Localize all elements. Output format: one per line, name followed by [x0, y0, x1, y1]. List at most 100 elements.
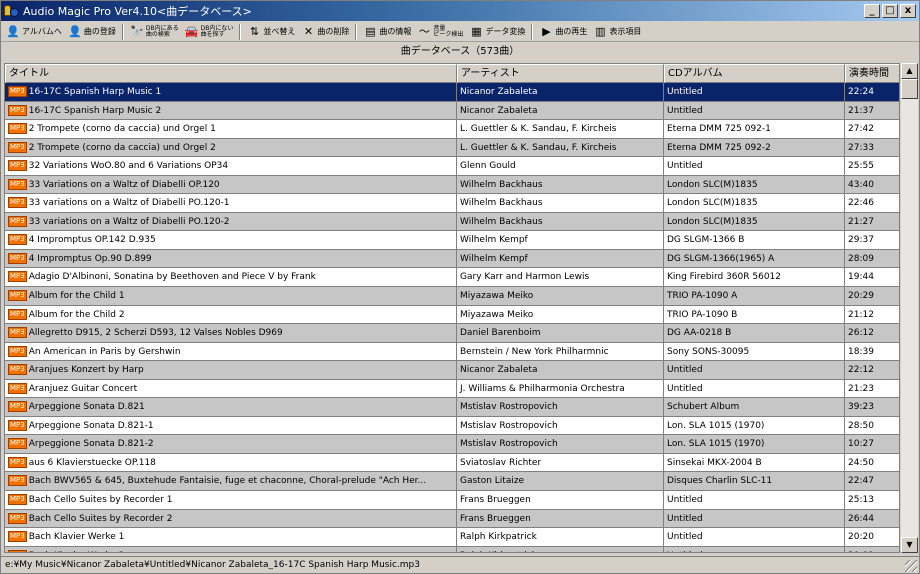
table-row[interactable]: MP3 Bach Klavier Werke 1 Ralph Kirkpatrick… [5, 528, 899, 547]
column-header-title[interactable]: タイトル [5, 64, 457, 83]
table-row[interactable]: MP3 Adagio D'Albinoni, Sonatina by Beetho… [5, 268, 899, 288]
cell-artist: Miyazawa Meiko [457, 287, 664, 305]
cell-title-text: Bach Klavier Werke 1 [28, 532, 125, 543]
toolbar-button-play[interactable]: ▶ 曲の再生 [536, 23, 590, 41]
title-bar[interactable]: Audio Magic Pro Ver4.10<曲データベース> _ □ x [1, 1, 919, 21]
cell-time: 26:44 [845, 510, 899, 528]
minimize-button[interactable]: _ [864, 4, 880, 18]
table-row[interactable]: MP3 32 Variations WoO.80 and 6 Variations… [5, 157, 899, 176]
scroll-up-arrow-icon[interactable]: ▲ [901, 63, 918, 79]
mp3-badge-icon: MP3 [8, 438, 27, 450]
table-row[interactable]: MP3 2 Trompete (corno da caccia) und Orge… [5, 120, 899, 139]
cell-time-text: 10:27 [848, 439, 874, 450]
mp3-badge-icon: MP3 [8, 197, 27, 209]
toolbar-button-info[interactable]: ▤ 曲の情報 [360, 23, 414, 41]
mp3-badge-icon: MP3 [8, 234, 27, 246]
cell-album-text: DG SLGM-1366(1965) A [667, 253, 775, 264]
table-row[interactable]: MP3 Arpeggione Sonata D.821-2 Mstislav Ros… [5, 435, 899, 454]
close-button[interactable]: x [900, 4, 916, 18]
cell-artist: Mstislav Rostropovich [457, 398, 664, 416]
table-row[interactable]: MP3 4 Impromptus Op.90 D.899 Wilhelm Kempf… [5, 249, 899, 269]
table-row[interactable]: MP3 33 Variations on a Waltz of Diabelli … [5, 175, 899, 195]
cell-album: Sony SONS-30095 [664, 342, 845, 361]
table-row[interactable]: MP3Bach Klavier Werke 2Ralph Kirkpatrick… [5, 546, 899, 552]
column-header-time[interactable]: 演奏時間 [845, 64, 899, 83]
table-row[interactable]: MP3 aus 6 Klavierstuecke OP.118 Sviatoslav… [5, 453, 899, 473]
toolbar-button-peak[interactable]: 〜音量 ピーク検出 [414, 23, 466, 41]
toolbar-button-car[interactable]: 🚘 DB内にない 曲を探す [182, 23, 237, 41]
table-row[interactable]: MP3 16-17C Spanish Harp Music 2 Nicanor Za… [5, 101, 899, 121]
table-row[interactable]: MP3 Album for the Child 1 Miyazawa Meiko TR… [5, 287, 899, 306]
cell-album: Untitled [664, 361, 845, 379]
cell-title: MP3 32 Variations WoO.80 and 6 Variations… [5, 157, 457, 175]
toolbar-button-register[interactable]: 👤 曲の登録 [65, 23, 119, 41]
table-row[interactable]: MP3 Aranjues Konzert by Harp Nicanor Zabal… [5, 361, 899, 380]
cell-album-text: Schubert Album [667, 402, 740, 413]
toolbar-button-sort[interactable]: ⇅ 並べ替え [244, 23, 298, 41]
cell-artist: Wilhelm Kempf [457, 231, 664, 249]
cell-title-text: Album for the Child 2 [28, 309, 125, 320]
cell-title: MP3 Aranjuez Guitar Concert [5, 379, 457, 398]
cell-album-text: Untitled [667, 105, 703, 116]
table-row[interactable]: MP3 2 Trompete (corno da caccia) und Orge… [5, 138, 899, 158]
toolbar-button-convert[interactable]: ▦ データ変換 [466, 23, 528, 41]
cell-album: Sinsekai MKX-2004 B [664, 453, 845, 472]
cell-title-text: aus 6 Klavierstuecke OP.118 [28, 457, 156, 468]
cell-time: 20:29 [845, 287, 899, 305]
cell-time: 22:12 [845, 361, 899, 379]
table-row[interactable]: MP3 Bach BWV565 & 645, Buxtehude Fantaisi… [5, 472, 899, 492]
cell-time-text: 20:29 [848, 291, 874, 302]
cell-artist: L. Guettler & K. Sandau, F. Kircheis [457, 120, 664, 138]
cell-album-text: Untitled [667, 495, 703, 506]
table-row[interactable]: MP3 33 variations on a Waltz of Diabelli … [5, 194, 899, 213]
toolbar-button-label: 並べ替え [263, 27, 296, 36]
cell-artist-text: Sviatoslav Richter [460, 457, 542, 468]
table-row[interactable]: MP3 Arpeggione Sonata D.821 Mstislav Rostr… [5, 398, 899, 417]
cell-time: 22:46 [845, 194, 899, 212]
cell-time: 28:50 [845, 417, 899, 435]
cell-album: Schubert Album [664, 398, 845, 416]
table-row[interactable]: MP3 33 variations on a Waltz of Diabelli … [5, 212, 899, 232]
toolbar-button-delete[interactable]: ✕ 曲の削除 [298, 23, 352, 41]
toolbar-button-columns[interactable]: ▥ 表示項目 [590, 23, 644, 41]
cell-album: Lon. SLA 1015 (1970) [664, 416, 845, 435]
convert-icon: ▦ [471, 24, 482, 38]
column-header-artist[interactable]: アーティスト [457, 64, 664, 83]
cell-time: 21:37 [845, 102, 899, 120]
toolbar-button-binoculars[interactable]: 🔭 DB内にある 曲の検索 [127, 23, 182, 41]
resize-grip-icon[interactable] [905, 560, 917, 572]
scroll-down-arrow-icon[interactable]: ▼ [901, 537, 918, 553]
table-row[interactable]: MP3 Allegretto D915, 2 Scherzi D593, 12 V… [5, 324, 899, 343]
mp3-badge-icon: MP3 [8, 512, 27, 524]
table-row[interactable]: MP3 Bach Cello Suites by Recorder 2 Frans … [5, 509, 899, 529]
table-row[interactable]: MP3 Arpeggione Sonata D.821-1 Mstislav Ros… [5, 416, 899, 436]
table-row[interactable]: MP3 16-17C Spanish Harp Music 1 Nicanor Za… [5, 83, 899, 102]
status-bar: e:¥My Music¥Nicanor Zabaleta¥Untitled¥Ni… [1, 556, 919, 573]
maximize-button[interactable]: □ [882, 4, 898, 18]
cell-title: MP3 16-17C Spanish Harp Music 1 [5, 83, 457, 101]
cell-time-text: 18:39 [848, 346, 874, 357]
scroll-thumb[interactable] [901, 79, 918, 99]
table-row[interactable]: MP3 Album for the Child 2 Miyazawa Meiko TR… [5, 305, 899, 325]
toolbar-button-label: DB内にない 曲を探す [200, 24, 234, 38]
cell-title: MP3 Arpeggione Sonata D.821-2 [5, 435, 457, 453]
table-row[interactable]: MP3 Aranjuez Guitar Concert J. Williams & … [5, 379, 899, 399]
cell-time-text: 25:55 [848, 161, 874, 172]
cell-album: Eterna DMM 725 092-2 [664, 138, 845, 157]
table-row[interactable]: MP3 Bach Cello Suites by Recorder 1 Frans … [5, 491, 899, 510]
cell-album-text: Untitled [667, 161, 703, 172]
table-row[interactable]: MP3 An American in Paris by Gershwin Berns… [5, 342, 899, 362]
toolbar-button-person[interactable]: 👤 アルバムへ [3, 23, 65, 41]
cell-artist-text: Frans Brueggen [460, 495, 531, 506]
mp3-badge-icon: MP3 [8, 327, 27, 339]
toolbar-button-label: 曲の情報 [379, 27, 412, 36]
cell-album-text: Eterna DMM 725 092-2 [667, 142, 771, 153]
cell-album: Eterna DMM 725 092-1 [664, 120, 845, 138]
cell-album-text: Lon. SLA 1015 (1970) [667, 420, 765, 431]
vertical-scrollbar[interactable]: ▲ ▼ [901, 63, 918, 553]
column-header-album[interactable]: CDアルバム [664, 64, 845, 83]
cell-title: MP3 aus 6 Klavierstuecke OP.118 [5, 453, 457, 472]
mp3-badge-icon: MP3 [8, 141, 27, 153]
table-row[interactable]: MP3 4 Impromptus OP.142 D.935 Wilhelm Kemp… [5, 231, 899, 250]
cell-time-text: 27:42 [848, 124, 874, 135]
